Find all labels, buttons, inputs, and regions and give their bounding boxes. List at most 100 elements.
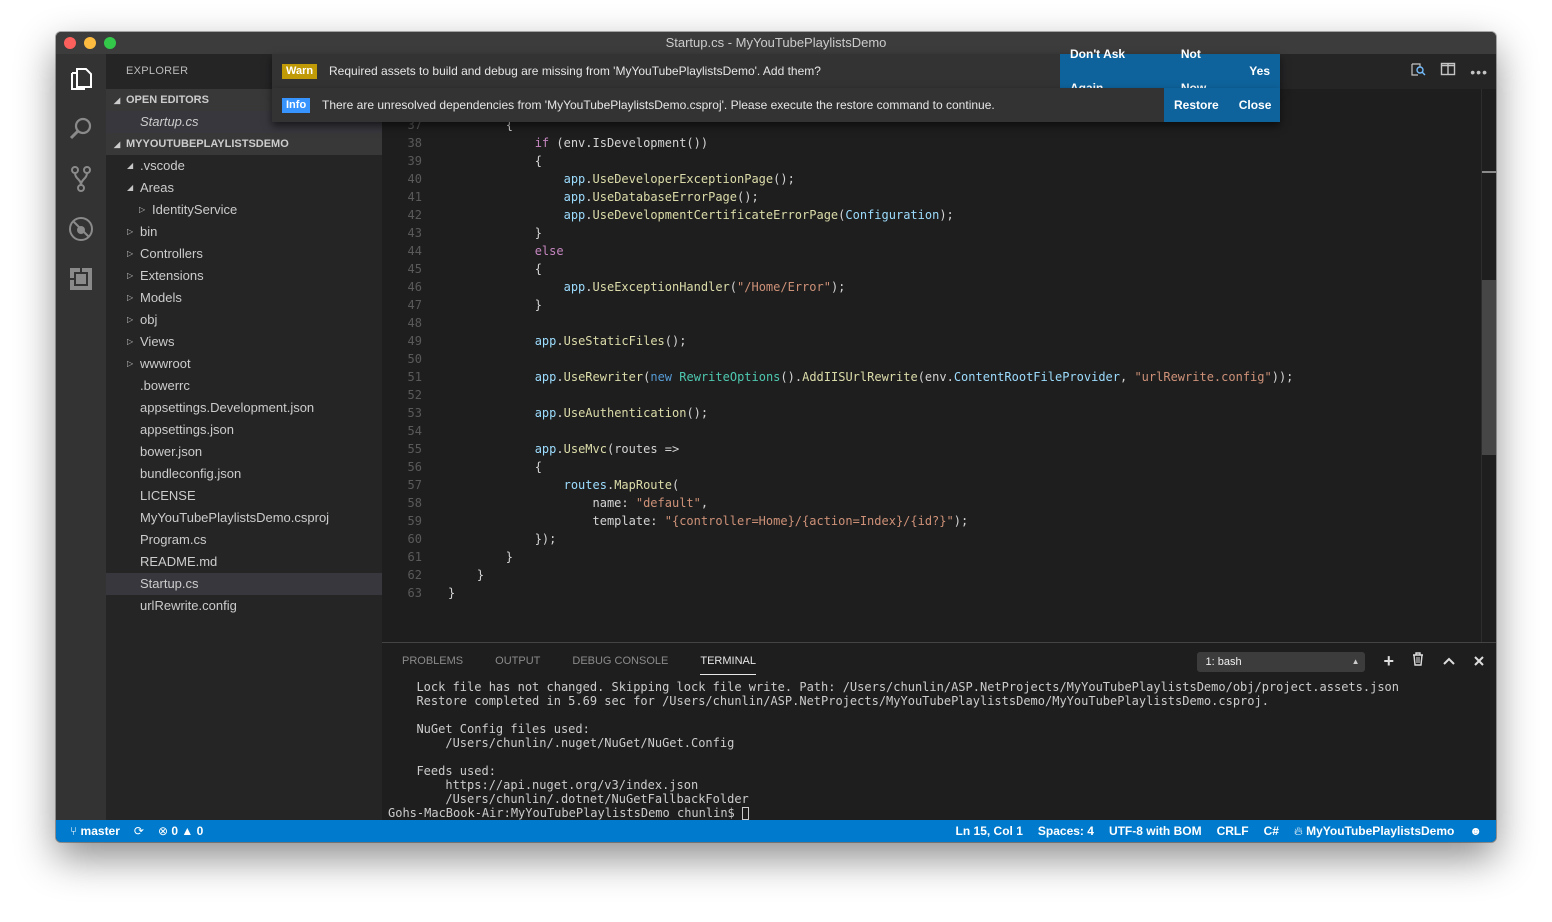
encoding[interactable]: UTF-8 with BOM <box>1109 820 1202 842</box>
code-token: UseMvc <box>563 442 607 456</box>
indentation[interactable]: Spaces: 4 <box>1038 820 1094 842</box>
line-number: 42 <box>407 208 422 222</box>
tree-item[interactable]: ◢ Areas <box>106 177 382 199</box>
notification-message: Required assets to build and debug are m… <box>329 64 821 78</box>
tree-item[interactable]: bundleconfig.json <box>106 463 382 485</box>
code-line: 45 { <box>382 260 1482 278</box>
tree-item[interactable]: .bowerrc <box>106 375 382 397</box>
code-token: else <box>534 244 564 258</box>
tree-item-label: MyYouTubePlaylistsDemo.csproj <box>140 510 330 525</box>
code-token: ( <box>729 280 738 294</box>
tree-item[interactable]: ▷ bin <box>106 221 382 243</box>
search-icon[interactable] <box>56 104 106 154</box>
tree-item-label: Extensions <box>140 268 204 283</box>
feedback-smiley-icon[interactable]: ☻ <box>1469 820 1482 842</box>
tree-item[interactable]: urlRewrite.config <box>106 595 382 617</box>
tree-item-label: .bowerrc <box>140 378 190 393</box>
tree-item[interactable]: bower.json <box>106 441 382 463</box>
project-section[interactable]: ◢ MYYOUTUBEPLAYLISTSDEMO <box>106 133 382 155</box>
new-terminal-icon[interactable]: + <box>1383 651 1394 672</box>
code-token: RewriteOptions <box>679 370 781 384</box>
tree-item[interactable]: ▷ Controllers <box>106 243 382 265</box>
tree-item-label: Views <box>140 334 175 349</box>
end-of-line[interactable]: CRLF <box>1217 820 1249 842</box>
maximize-window-button[interactable] <box>104 37 116 49</box>
tree-item[interactable]: ▷ wwwroot <box>106 353 382 375</box>
language-mode[interactable]: C# <box>1264 820 1279 842</box>
file-tree: ◢ .vscode ◢ Areas ▷ IdentityService ▷ bin ▷ Contr… <box>106 155 382 617</box>
tree-item[interactable]: appsettings.Development.json <box>106 397 382 419</box>
tree-item[interactable]: appsettings.json <box>106 419 382 441</box>
tree-item-label: IdentityService <box>152 202 238 217</box>
chevron-right-icon: ▷ <box>127 249 134 258</box>
code-token: { <box>448 460 542 474</box>
tree-item[interactable]: Program.cs <box>106 529 382 551</box>
close-window-button[interactable] <box>64 37 76 49</box>
close-panel-icon[interactable] <box>1474 653 1484 671</box>
minimize-window-button[interactable] <box>84 37 96 49</box>
cursor-position[interactable]: Ln 15, Col 1 <box>956 820 1023 842</box>
code-token: ( <box>671 478 680 492</box>
open-preview-icon[interactable] <box>1410 61 1426 82</box>
tree-item[interactable]: ▷ Extensions <box>106 265 382 287</box>
problems-indicator[interactable]: ⊗ 0 ▲ 0 <box>158 820 203 842</box>
tree-item[interactable]: README.md <box>106 551 382 573</box>
sync-icon[interactable]: ⟳ <box>134 820 144 842</box>
line-number: 56 <box>407 460 422 474</box>
line-number: 60 <box>407 532 422 546</box>
tab-debug-console[interactable]: DEBUG CONSOLE <box>572 643 668 679</box>
code-token: } <box>448 298 542 312</box>
maximize-panel-icon[interactable] <box>1442 653 1456 671</box>
tree-item[interactable]: ▷ Views <box>106 331 382 353</box>
warning-icon: ▲ <box>181 824 194 838</box>
tab-problems[interactable]: PROBLEMS <box>402 643 463 679</box>
explorer-icon[interactable] <box>56 54 106 104</box>
tab-output[interactable]: OUTPUT <box>495 643 540 679</box>
terminal-line: /Users/chunlin/.nuget/NuGet/NuGet.Config <box>402 736 735 750</box>
code-line: 63} <box>382 584 1482 602</box>
tree-item[interactable]: MyYouTubePlaylistsDemo.csproj <box>106 507 382 529</box>
tree-item[interactable]: Startup.cs <box>106 573 382 595</box>
close-notification-button[interactable]: Close <box>1229 88 1282 122</box>
tree-item[interactable]: ▷ obj <box>106 309 382 331</box>
code-token: "default" <box>635 496 701 510</box>
code-token: UseStaticFiles <box>563 334 665 348</box>
code-token: app <box>534 442 557 456</box>
tree-item-label: LICENSE <box>140 488 196 503</box>
code-token: app <box>563 190 586 204</box>
tree-item-label: appsettings.Development.json <box>140 400 315 415</box>
more-actions-icon[interactable]: ••• <box>1470 64 1488 80</box>
window-title: Startup.cs - MyYouTubePlaylistsDemo <box>665 35 887 50</box>
extensions-icon[interactable] <box>56 254 106 304</box>
code-token: . <box>556 406 564 420</box>
terminal-select[interactable]: 1: bash ▲ <box>1197 651 1366 672</box>
debug-icon[interactable] <box>56 204 106 254</box>
tree-item[interactable]: ◢ .vscode <box>106 155 382 177</box>
tree-item[interactable]: LICENSE <box>106 485 382 507</box>
chevron-right-icon: ▷ <box>127 227 134 236</box>
code-token: } <box>448 550 514 564</box>
tree-item-label: bower.json <box>140 444 203 459</box>
terminal-prompt[interactable]: Gohs-MacBook-Air:MyYouTubePlaylistsDemo … <box>388 806 1399 820</box>
tree-item[interactable]: ▷ IdentityService <box>106 199 382 221</box>
line-number: 50 <box>407 352 422 366</box>
terminal-output[interactable]: Lock file has not changed. Skipping lock… <box>388 680 1399 820</box>
code-token: template: <box>448 514 665 528</box>
tree-item[interactable]: ▷ Models <box>106 287 382 309</box>
kill-terminal-icon[interactable] <box>1412 652 1424 671</box>
code-token: UseRewriter <box>563 370 644 384</box>
error-icon: ⊗ <box>157 824 169 838</box>
code-editor[interactable]: 35 // This method gets called by the run… <box>382 80 1482 633</box>
scrollbar-cursor-marker <box>1482 171 1496 173</box>
source-control-icon[interactable] <box>56 154 106 204</box>
branch-indicator[interactable]: ⑂ master <box>70 820 120 842</box>
tree-item-label: bundleconfig.json <box>140 466 242 481</box>
restore-button[interactable]: Restore <box>1164 88 1229 122</box>
scrollbar-thumb[interactable] <box>1482 280 1496 455</box>
omnisharp-project[interactable]: 🔥︎ MyYouTubePlaylistsDemo <box>1294 820 1454 842</box>
tab-terminal[interactable]: TERMINAL <box>700 647 756 675</box>
yes-button[interactable]: Yes <box>1239 54 1280 88</box>
split-editor-icon[interactable] <box>1440 61 1456 82</box>
